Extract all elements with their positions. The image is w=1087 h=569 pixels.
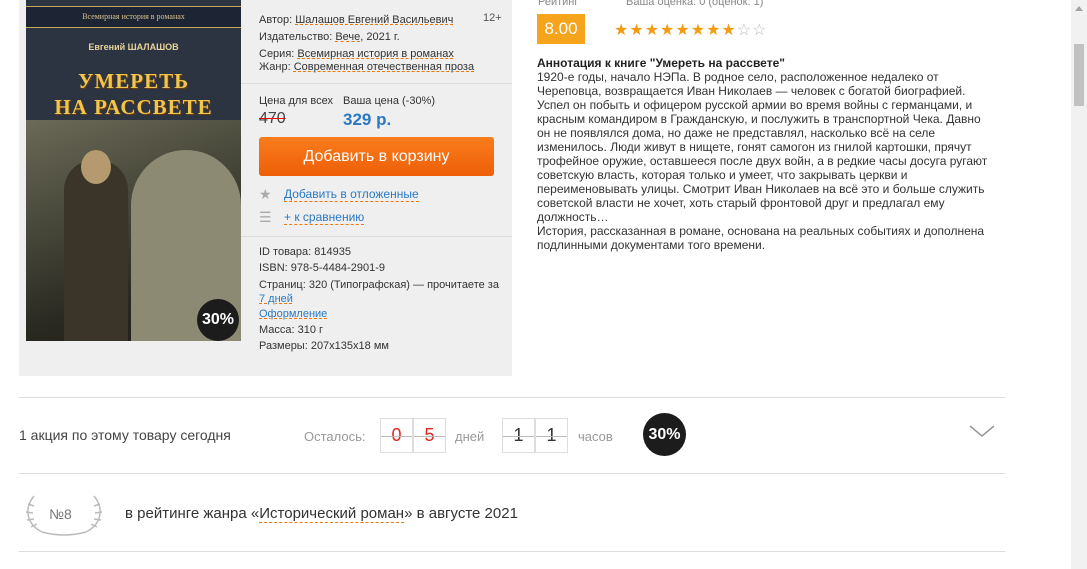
annotation-title: Аннотация к книге "Умереть на рассвете" [537,56,785,70]
your-rating-label: Ваша оценка: 0 (оценок: 1) [626,0,764,8]
read-prefix: за [487,279,499,291]
series-row: Серия: Всемирная история в романах [259,48,454,60]
book-cover[interactable]: Всемирная история в романах Евгений ШАЛА… [26,0,241,341]
genre-rank-suffix: » в августе 2021 [404,505,518,522]
days-label: дней [455,429,485,444]
genre-row: Жанр: Современная отечественная проза [259,61,474,73]
compare-link[interactable]: + к сравнению [284,210,365,225]
days-digit-1: 0 [380,418,413,453]
publish-year: , 2021 г. [360,31,400,43]
annotation-text: 1920-е годы, начало НЭПа. В родное село,… [537,70,988,224]
divider [19,397,1005,398]
defer-action[interactable]: ★ Добавить в отложенные [259,186,419,203]
cover-figure-head [81,150,111,184]
age-rating-badge: 12+ [483,12,502,24]
rating-score: 8.00 [537,14,585,44]
stars-filled[interactable]: ★★★★★★★★ [614,22,737,39]
price-all-label: Цена для всех [259,95,333,107]
rating-stars[interactable]: ★★★★★★★★☆☆ [614,20,767,40]
cover-series-band: Всемирная история в романах [26,6,241,28]
cover-author: Евгений ШАЛАШОВ [88,42,179,52]
scroll-thumb[interactable] [1074,44,1084,106]
publisher-label: Издательство: [259,31,333,43]
genre-rank-number: №8 [49,506,72,522]
genre-rank-link[interactable]: Исторический роман [259,505,405,523]
cover-title-line1: УМЕРЕТЬ [78,69,189,93]
read-days-link[interactable]: 7 дней [259,293,293,305]
author-label: Автор: [259,14,293,26]
old-price: 470 [259,110,286,127]
design-row: Оформление [259,308,327,320]
author-row: Автор: Шалашов Евгений Васильевич [259,14,453,26]
add-to-cart-button[interactable]: Добавить в корзину [259,137,494,176]
genre-label: Жанр: [259,61,291,73]
product-id: ID товара: 814935 [259,246,351,258]
chevron-down-icon[interactable] [968,420,996,440]
divider [19,473,1005,474]
publisher-link[interactable]: Вече [335,31,360,43]
publisher-row: Издательство: Вече, 2021 г. [259,31,400,43]
discount-badge: 30% [197,299,239,341]
divider [241,236,512,237]
compare-action[interactable]: ☰ + к сравнению [259,209,365,226]
genre-rank-text: в рейтинге жанра «Исторический роман» в … [125,505,518,523]
hours-digit-1: 1 [502,418,535,453]
list-icon: ☰ [259,209,272,225]
dimensions: Размеры: 207x135x18 мм [259,340,389,352]
cover-title-line2: НА РАССВЕТЕ [54,95,213,119]
new-price: 329 р. [343,110,392,129]
isbn: ISBN: 978-5-4484-2901-9 [259,262,385,274]
hours-label: часов [578,429,613,444]
annotation-text-2: История, рассказанная в романе, основана… [537,224,985,252]
author-link[interactable]: Шалашов Евгений Васильевич [295,14,453,26]
price-your-label: Ваша цена (-30%) [343,95,436,107]
rating-label: Рейтинг [538,0,579,8]
promo-text: 1 акция по этому товару сегодня [19,427,231,443]
series-link[interactable]: Всемирная история в романах [297,48,453,60]
genre-rank-prefix: в рейтинге жанра « [125,505,260,522]
annotation-body: 1920-е годы, начало НЭПа. В родное село,… [537,70,992,252]
cover-title: УМЕРЕТЬ НА РАССВЕТЕ [26,68,241,120]
pages-text: Страниц: 320 (Типографская) — прочитаете [259,279,485,291]
stars-empty[interactable]: ☆☆ [737,22,768,39]
hours-digit-2: 1 [535,418,568,453]
design-link[interactable]: Оформление [259,308,327,320]
page-scrollbar[interactable] [1071,0,1087,569]
series-label: Серия: [259,48,295,60]
divider [241,83,512,84]
defer-link[interactable]: Добавить в отложенные [284,187,419,202]
divider [19,551,1005,552]
countdown-label: Осталось: [304,429,366,444]
weight: Масса: 310 г [259,324,324,336]
star-icon: ★ [259,186,272,202]
scroll-up-arrow-icon[interactable] [1075,6,1083,11]
days-digit-2: 5 [413,418,446,453]
promo-discount-badge: 30% [643,413,686,456]
genre-link[interactable]: Современная отечественная проза [294,61,474,73]
pages-row: Страниц: 320 (Типографская) — прочитаете… [259,278,499,306]
cover-figure [64,160,128,341]
